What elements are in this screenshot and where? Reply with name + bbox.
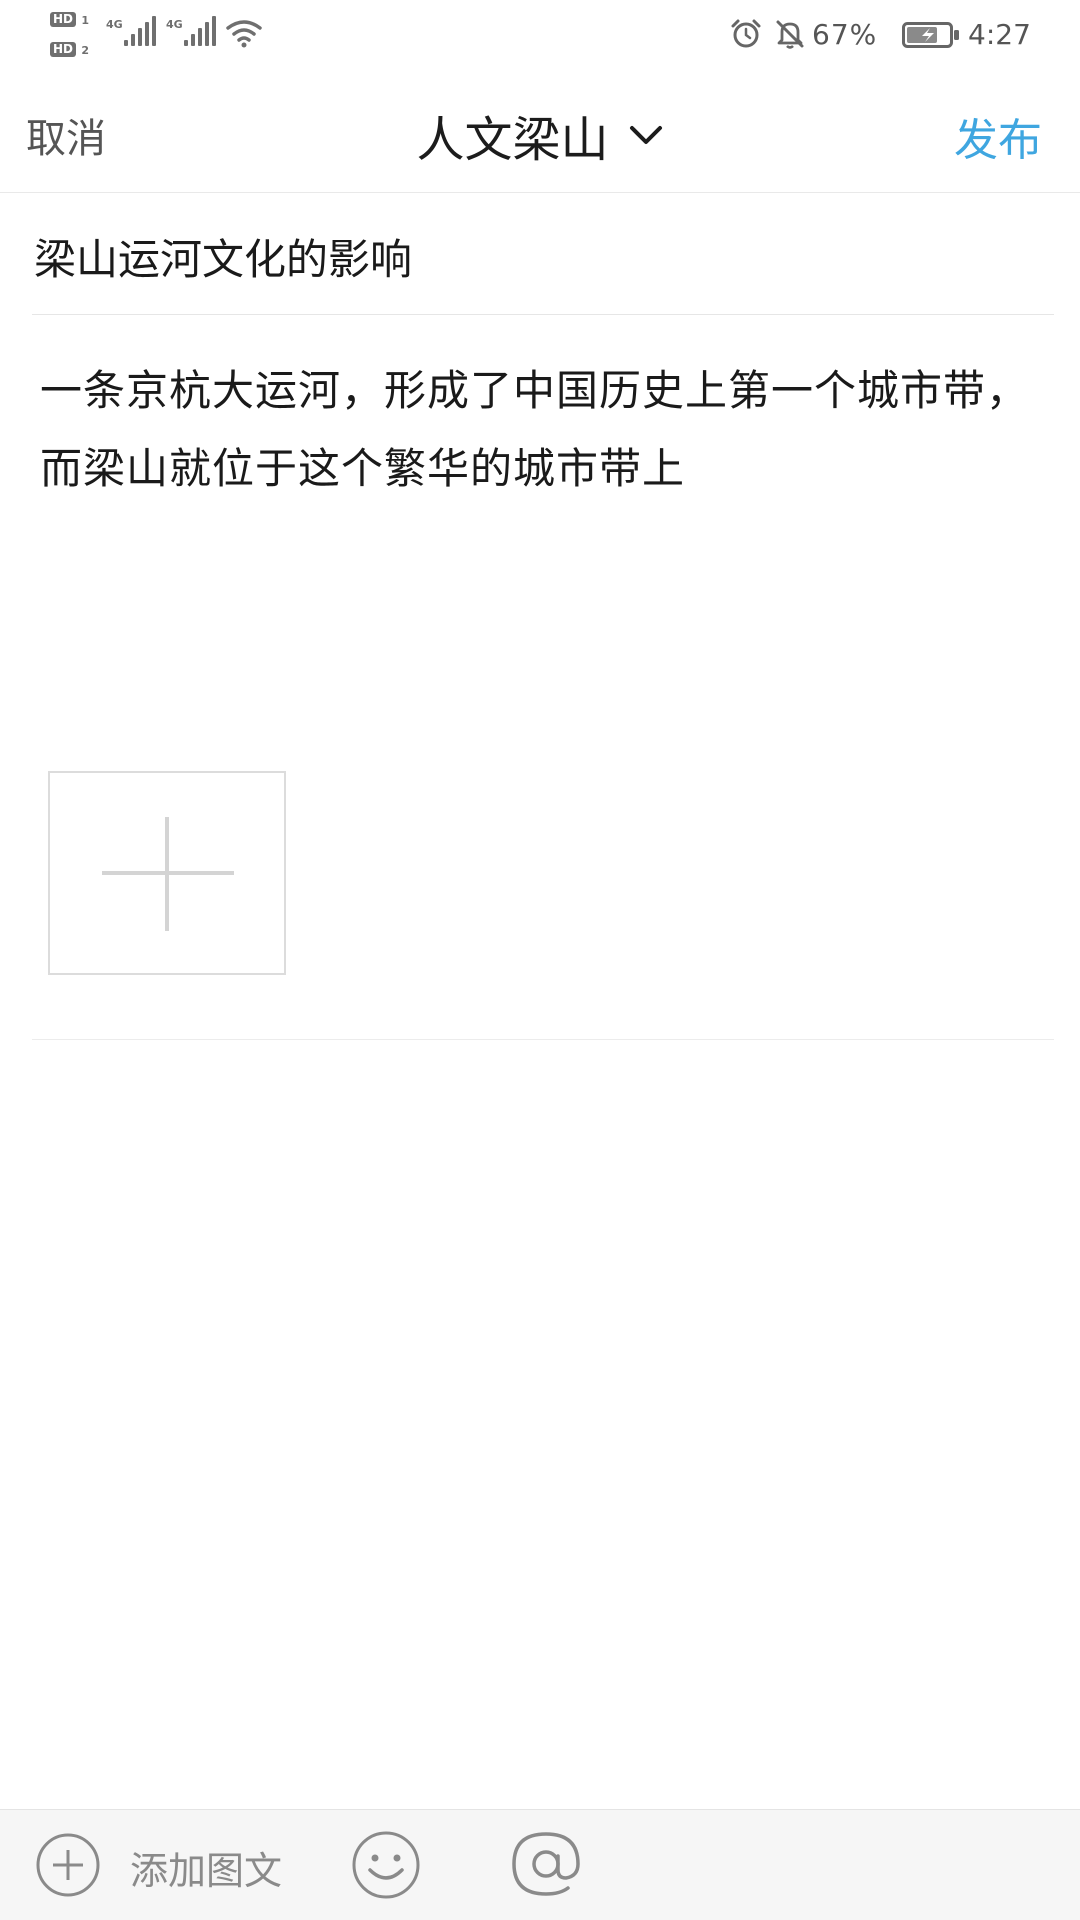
signal-icon [124, 16, 158, 46]
wifi-icon [226, 20, 262, 48]
status-bar: HD 1 HD 2 4G 4G 67% 4:27 [0, 0, 1080, 70]
battery-charging-icon [902, 22, 959, 48]
hd-label: HD [53, 12, 74, 26]
alarm-icon [731, 19, 761, 48]
hd-badge-1: HD 1 [50, 12, 89, 27]
bell-off-icon [776, 20, 804, 49]
post-title-field[interactable]: 梁山运河文化的影响 [32, 192, 1054, 315]
battery-percent: 67% [812, 18, 878, 51]
post-title-text: 梁山运河文化的影响 [34, 235, 413, 284]
publish-button[interactable]: 发布 [954, 104, 1042, 168]
network-type-1: 4G [106, 18, 123, 31]
hd-indicators: HD 1 HD 2 [50, 12, 96, 60]
status-right-group: 67% 4:27 [730, 14, 1031, 54]
hd-badge-2: HD 2 [50, 42, 89, 57]
top-nav-bar: 取消 人文梁山 发布 [0, 70, 1080, 193]
section-divider [32, 1039, 1054, 1040]
hd-sim-number: 2 [81, 44, 90, 57]
emoji-icon[interactable] [348, 1830, 424, 1900]
plus-icon [102, 817, 234, 931]
hd-label: HD [53, 42, 74, 56]
clock: 4:27 [968, 18, 1031, 51]
chevron-down-icon [629, 126, 662, 144]
post-editor-screen: HD 1 HD 2 4G 4G 67% 4:27 取消 人文梁山 发布 梁山运河… [0, 0, 1080, 1920]
board-title: 人文梁山 [416, 112, 609, 168]
add-media-label[interactable]: 添加图文 [130, 1840, 282, 1895]
post-body-field[interactable]: 一条京杭大运河，形成了中国历史上第一个城市带，而梁山就位于这个繁华的城市带上 [40, 352, 1030, 508]
network-type-2: 4G [166, 18, 183, 31]
at-icon[interactable] [508, 1826, 584, 1902]
signal-icon [184, 16, 218, 46]
bottom-toolbar: 添加图文 [0, 1809, 1080, 1920]
plus-circle-icon[interactable] [30, 1832, 106, 1898]
board-selector[interactable]: 人文梁山 [0, 100, 1080, 170]
hd-sim-number: 1 [81, 14, 90, 27]
add-image-button[interactable] [48, 771, 286, 975]
